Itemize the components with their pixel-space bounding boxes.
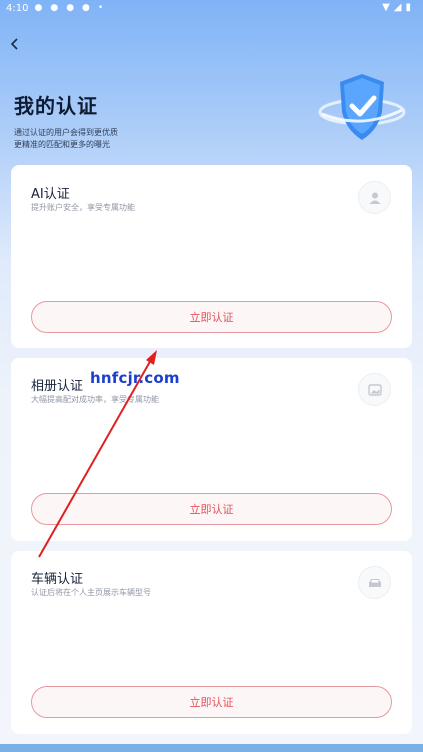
- card-title: 相册认证: [31, 379, 84, 394]
- ai-verification-card: AI认证 提升账户安全，享受专属功能 立即认证: [11, 165, 412, 348]
- subtitle-line: 通过认证的用户会得到更优质: [14, 128, 118, 137]
- page-subtitle: 通过认证的用户会得到更优质 更精准的匹配和更多的曝光: [14, 127, 118, 151]
- status-bar: 4:10 ● ● ● ● • ▼ ◢ ▮: [0, 0, 423, 16]
- card-desc: 认证后将在个人主页展示车辆型号: [31, 588, 151, 597]
- back-button[interactable]: [8, 36, 28, 56]
- vehicle-verification-card: 车辆认证 认证后将在个人主页展示车辆型号 立即认证: [11, 551, 412, 734]
- car-icon: [358, 566, 391, 599]
- album-verify-button[interactable]: 立即认证: [31, 493, 392, 525]
- image-icon: [358, 373, 391, 406]
- notification-icon: ●: [66, 3, 75, 13]
- notification-icon: ●: [50, 3, 59, 13]
- bottom-bar: [0, 744, 423, 752]
- chevron-left-icon: [10, 38, 18, 50]
- signal-icon: ◢: [393, 2, 402, 13]
- wifi-icon: ▼: [382, 2, 390, 13]
- status-dot: •: [97, 3, 104, 13]
- notification-icon: ●: [34, 3, 43, 13]
- watermark-text: hnfcjr.com: [90, 369, 180, 387]
- vehicle-verify-button[interactable]: 立即认证: [31, 686, 392, 718]
- card-desc: 提升账户安全，享受专属功能: [31, 203, 135, 212]
- shield-check-icon: [318, 74, 406, 140]
- notification-icon: ●: [82, 3, 90, 13]
- card-desc: 大幅提高配对成功率，享受专属功能: [31, 395, 159, 404]
- battery-icon: ▮: [405, 2, 411, 13]
- card-title: AI认证: [31, 187, 70, 202]
- ai-verify-button[interactable]: 立即认证: [31, 301, 392, 333]
- card-title: 车辆认证: [31, 572, 84, 587]
- subtitle-line: 更精准的匹配和更多的曝光: [14, 140, 110, 149]
- page-title: 我的认证: [14, 94, 98, 118]
- album-verification-card: 相册认证 大幅提高配对成功率，享受专属功能 立即认证: [11, 358, 412, 541]
- status-time: 4:10: [6, 2, 29, 14]
- person-icon: [358, 181, 391, 214]
